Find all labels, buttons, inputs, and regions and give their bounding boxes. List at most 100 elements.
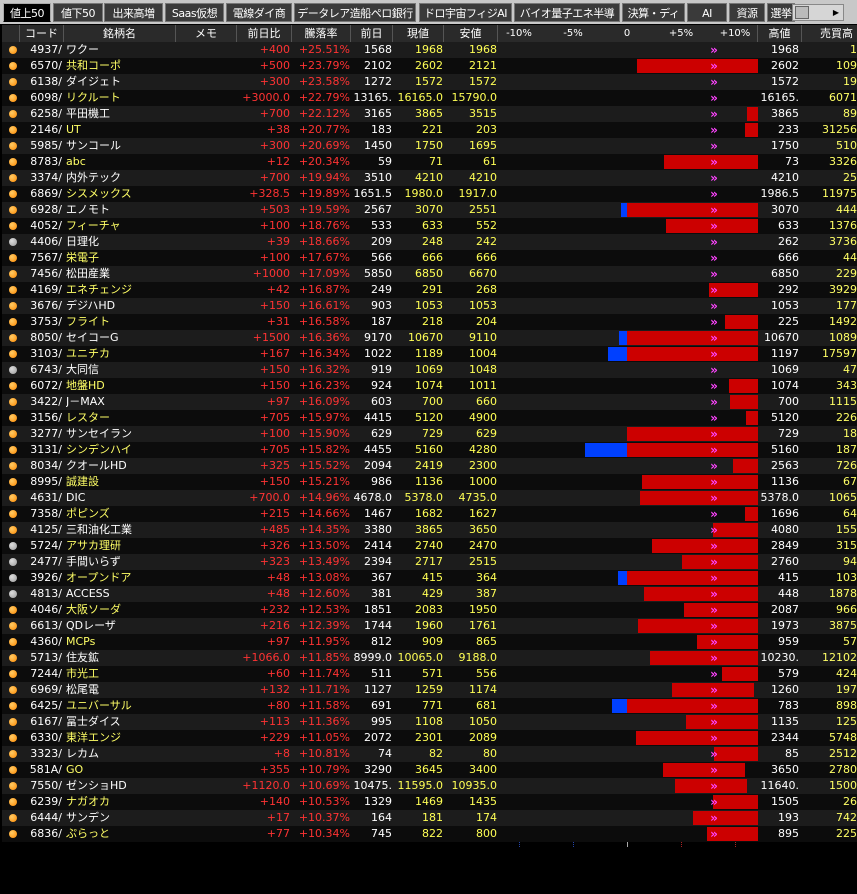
tab-11[interactable]: 選挙 [767,3,795,22]
stock-name[interactable]: 冨士ダイス [66,714,176,730]
memo-cell[interactable] [177,234,237,250]
stock-name[interactable]: アサカ理研 [66,538,176,554]
stock-name[interactable]: 松尾電 [66,682,176,698]
table-row[interactable]: 6969/松尾電 +132 +11.71% 1127 1259 1174 » 1260 197 [2,682,857,698]
header-change[interactable]: 前日比 [237,25,292,42]
tab-0[interactable]: 値上50 [3,3,51,22]
table-row[interactable]: 3374/内外テック +700 +19.94% 3510 4210 4210 » 4210 25 [2,170,857,186]
table-row[interactable]: 3131/シンデンハイ +705 +15.82% 4455 5160 4280 » 5160 1… [2,442,857,458]
tab-9[interactable]: AI [687,3,727,22]
stock-name[interactable]: ポピンズ [66,506,176,522]
memo-cell[interactable] [177,426,237,442]
header-volume[interactable]: 売買高 [802,25,857,42]
stock-name[interactable]: サンセイラン [66,426,176,442]
table-row[interactable]: 4406/日理化 +39 +18.66% 209 248 242 » 262 3736 [2,234,857,250]
stock-name[interactable]: 大阪ソーダ [66,602,176,618]
memo-cell[interactable] [177,346,237,362]
stock-name[interactable]: クオールHD [66,458,176,474]
memo-cell[interactable] [177,490,237,506]
stock-name[interactable]: MCPs [66,634,176,650]
table-row[interactable]: 4631/DIC +700.0 +14.96% 4678.0 5378.0 4735.0 »… [2,490,857,506]
memo-cell[interactable] [177,522,237,538]
table-row[interactable]: 6330/東洋エンジ +229 +11.05% 2072 2301 2089 » 2344 57… [2,730,857,746]
memo-cell[interactable] [177,586,237,602]
memo-cell[interactable] [177,506,237,522]
stock-name[interactable]: abc [66,154,176,170]
memo-cell[interactable] [177,826,237,842]
memo-cell[interactable] [177,186,237,202]
stock-name[interactable]: エネチェンジ [66,282,176,298]
stock-name[interactable]: 地盤HD [66,378,176,394]
tab-8[interactable]: 決算・ディ [622,3,685,22]
table-row[interactable]: 6138/ダイジェト +300 +23.58% 1272 1572 1572 » 1572 19 [2,74,857,90]
memo-cell[interactable] [177,42,237,58]
stock-name[interactable]: シンデンハイ [66,442,176,458]
memo-cell[interactable] [177,266,237,282]
table-row[interactable]: 4046/大阪ソーダ +232 +12.53% 1851 2083 1950 » 2087 96… [2,602,857,618]
table-row[interactable]: 6743/大同信 +150 +16.32% 919 1069 1048 » 1069 47 [2,362,857,378]
stock-name[interactable]: フィーチャ [66,218,176,234]
memo-cell[interactable] [177,810,237,826]
memo-cell[interactable] [177,458,237,474]
stock-name[interactable]: 内外テック [66,170,176,186]
table-row[interactable]: 6167/冨士ダイス +113 +11.36% 995 1108 1050 » 1135 125 [2,714,857,730]
stock-name[interactable]: 平田機工 [66,106,176,122]
memo-cell[interactable] [177,698,237,714]
table-row[interactable]: 2146/UT +38 +20.77% 183 221 203 » 233 31256 [2,122,857,138]
table-row[interactable]: 4125/三和油化工業 +485 +14.35% 3380 3865 3650 » 4080 1… [2,522,857,538]
memo-cell[interactable] [177,330,237,346]
table-row[interactable]: 3156/レスター +705 +15.97% 4415 5120 4900 » 5120 226 [2,410,857,426]
memo-cell[interactable] [177,794,237,810]
tab-2[interactable]: 出来高増 [104,3,163,22]
table-row[interactable]: 6239/ナガオカ +140 +10.53% 1329 1469 1435 » 1505 26 [2,794,857,810]
stock-name[interactable]: UT [66,122,176,138]
stock-name[interactable]: DIC [66,490,176,506]
stock-name[interactable]: フライト [66,314,176,330]
tab-10[interactable]: 資源 [729,3,765,22]
table-row[interactable]: 3422/J－MAX +97 +16.09% 603 700 660 » 700 1115 [2,394,857,410]
tab-6[interactable]: ドロ宇宙フィジAI [419,3,512,22]
memo-cell[interactable] [177,554,237,570]
tab-1[interactable]: 値下50 [53,3,103,22]
stock-name[interactable]: ぷらっと [66,826,176,842]
tab-scrollbar-thumb[interactable] [795,6,809,19]
table-row[interactable]: 5724/アサカ理研 +326 +13.50% 2414 2740 2470 » 2849 31… [2,538,857,554]
table-row[interactable]: 3753/フライト +31 +16.58% 187 218 204 » 225 1492 [2,314,857,330]
memo-cell[interactable] [177,58,237,74]
stock-name[interactable]: QDレーザ [66,618,176,634]
tab-7[interactable]: バイオ量子エネ半導 [514,3,620,22]
tab-4[interactable]: 電線ダイ商 [226,3,292,22]
stock-name[interactable]: ユニバーサル [66,698,176,714]
table-row[interactable]: 6072/地盤HD +150 +16.23% 924 1074 1011 » 1074 343 [2,378,857,394]
table-row[interactable]: 3103/ユニチカ +167 +16.34% 1022 1189 1004 » 1197 175… [2,346,857,362]
table-row[interactable]: 7358/ポピンズ +215 +14.66% 1467 1682 1627 » 1696 64 [2,506,857,522]
memo-cell[interactable] [177,362,237,378]
table-row[interactable]: 3676/デジハHD +150 +16.61% 903 1053 1053 » 1053 177 [2,298,857,314]
table-row[interactable]: 5985/サンコール +300 +20.69% 1450 1750 1695 » 1750 51… [2,138,857,154]
stock-name[interactable]: 日理化 [66,234,176,250]
table-row[interactable]: 8034/クオールHD +325 +15.52% 2094 2419 2300 » 2563 7… [2,458,857,474]
table-row[interactable]: 6836/ぷらっと +77 +10.34% 745 822 800 » 895 225 [2,826,857,842]
memo-cell[interactable] [177,714,237,730]
stock-name[interactable]: ワクー [66,42,176,58]
table-row[interactable]: 7567/栄電子 +100 +17.67% 566 666 666 » 666 44 [2,250,857,266]
table-row[interactable]: 4052/フィーチャ +100 +18.76% 533 633 552 » 633 1376 [2,218,857,234]
stock-name[interactable]: 東洋エンジ [66,730,176,746]
memo-cell[interactable] [177,74,237,90]
stock-name[interactable]: ユニチカ [66,346,176,362]
stock-name[interactable]: サンコール [66,138,176,154]
memo-cell[interactable] [177,746,237,762]
memo-cell[interactable] [177,762,237,778]
stock-name[interactable]: 市光工 [66,666,176,682]
table-row[interactable]: 7456/松田産業 +1000 +17.09% 5850 6850 6670 » 6850 22… [2,266,857,282]
table-row[interactable]: 8783/abc +12 +20.34% 59 71 61 » 73 3326 [2,154,857,170]
table-row[interactable]: 4937/ワクー +400 +25.51% 1568 1968 1968 » 1968 1 [2,42,857,58]
memo-cell[interactable] [177,730,237,746]
memo-cell[interactable] [177,282,237,298]
tab-scrollbar[interactable]: ▶ [792,4,844,21]
table-row[interactable]: 6258/平田機工 +700 +22.12% 3165 3865 3515 » 3865 89 [2,106,857,122]
table-row[interactable]: 3277/サンセイラン +100 +15.90% 629 729 629 » 729 18 [2,426,857,442]
memo-cell[interactable] [177,602,237,618]
memo-cell[interactable] [177,122,237,138]
stock-name[interactable]: 三和油化工業 [66,522,176,538]
